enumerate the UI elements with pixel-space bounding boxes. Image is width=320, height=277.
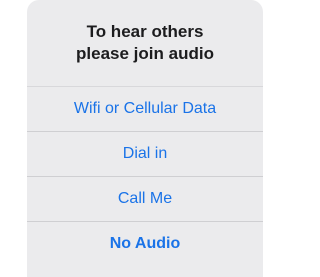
dialog-title-line-2: please join audio [76,44,214,63]
join-audio-action-sheet: To hear others please join audio Wifi or… [27,0,263,277]
dialog-title: To hear others please join audio [27,0,263,86]
call-me-button[interactable]: Call Me [27,176,263,221]
wifi-or-cellular-data-button[interactable]: Wifi or Cellular Data [27,86,263,131]
dial-in-button[interactable]: Dial in [27,131,263,176]
no-audio-button[interactable]: No Audio [27,221,263,266]
dialog-title-line-1: To hear others [86,22,204,41]
